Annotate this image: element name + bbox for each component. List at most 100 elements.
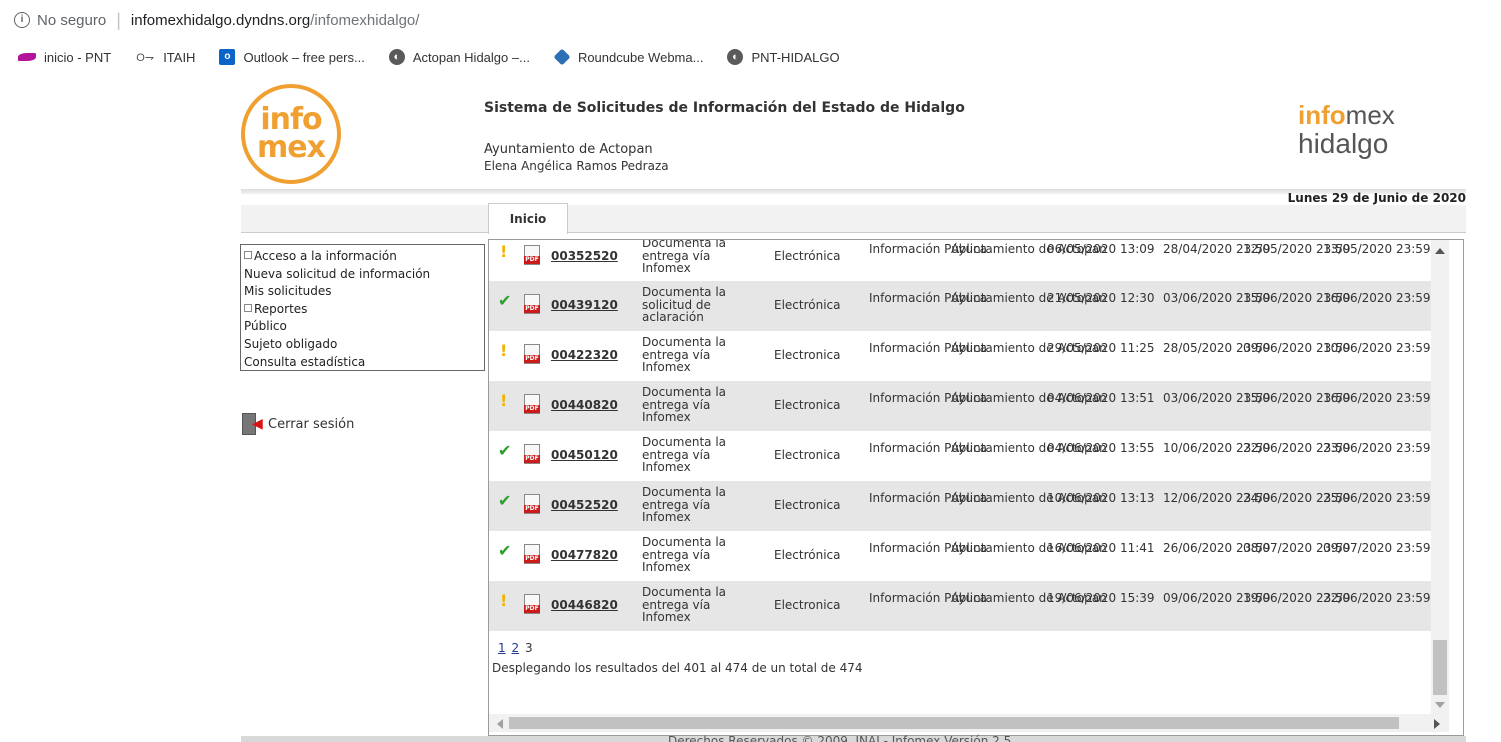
outlook-icon: o [219, 49, 236, 65]
table-row: ! 00352520 Documenta la entrega vía Infome… [489, 239, 1433, 282]
folio-link[interactable]: 00446820 [551, 599, 618, 612]
cell-medio: Electronica [774, 398, 841, 412]
globe-icon: ◐ [727, 49, 744, 65]
table-row: ✔ 00450120 Documenta la entrega vía Infome… [489, 431, 1433, 481]
url-host[interactable]: infomexhidalgo.dyndns.org [131, 12, 310, 29]
table-row: ! 00422320 Documenta la entrega vía Infome… [489, 331, 1433, 381]
brand-mex: mex [1345, 100, 1395, 130]
cell-respuesta: Documenta la entrega vía Infomex [642, 385, 727, 424]
cell-fecha: 04/06/2020 13:55 [1047, 441, 1155, 455]
logo-text-bottom: mex [257, 130, 326, 165]
pdf-icon[interactable] [524, 594, 540, 614]
menu-item-consulta-estadistica[interactable]: Consulta estadística [244, 354, 481, 372]
bookmark-label: PNT-HIDALGO [751, 49, 840, 65]
folio-link[interactable]: 00440820 [551, 399, 618, 412]
cell-respuesta: Documenta la entrega vía Infomex [642, 335, 727, 374]
results-summary: Desplegando los resultados del 401 al 47… [492, 661, 863, 675]
cell-respuesta: Documenta la solicitud de aclaración [642, 285, 727, 324]
scroll-thumb[interactable] [1433, 640, 1447, 695]
bookmark-label: ITAIH [163, 49, 196, 65]
warning-icon: ! [500, 341, 508, 360]
key-icon: O⇁ [136, 51, 155, 64]
logout-label: Cerrar sesión [268, 416, 355, 432]
page-link-1[interactable]: 1 [498, 641, 506, 655]
user-name: Elena Angélica Ramos Pedraza [484, 159, 669, 173]
vertical-scrollbar[interactable] [1431, 240, 1449, 717]
folio-link[interactable]: 00439120 [551, 299, 618, 312]
system-title: Sistema de Solicitudes de Información de… [484, 100, 965, 116]
cell-medio: Electronica [774, 448, 841, 462]
pdf-icon[interactable] [524, 245, 540, 265]
bookmark-pnt-hidalgo[interactable]: ◐ PNT-HIDALGO [727, 49, 840, 65]
url-path[interactable]: /infomexhidalgo/ [310, 12, 419, 29]
cell-respuesta: Documenta la entrega vía Infomex [642, 239, 727, 275]
cell-d3: 22/06/2020 23:59 [1323, 591, 1431, 605]
bookmark-label: Actopan Hidalgo –... [412, 49, 530, 65]
menu-item-acceso[interactable]: Acceso a la información [244, 248, 481, 266]
check-icon: ✔ [498, 541, 512, 560]
cell-fecha: 21/05/2020 12:30 [1047, 291, 1155, 305]
table-row: ! 00446820 Documenta la entrega vía Infome… [489, 581, 1433, 631]
logout-link[interactable]: ◀ Cerrar sesión [240, 412, 354, 436]
pdf-icon[interactable] [524, 544, 540, 564]
folio-link[interactable]: 00422320 [551, 349, 618, 362]
cell-medio: Electronica [774, 598, 841, 612]
current-date: Lunes 29 de Junio de 2020 [1287, 191, 1466, 205]
globe-icon: ◐ [388, 49, 405, 65]
cell-fecha: 04/06/2020 13:51 [1047, 391, 1155, 405]
cell-respuesta: Documenta la entrega vía Infomex [642, 535, 727, 574]
menu-item-mis-solicitudes[interactable]: Mis solicitudes [244, 283, 481, 301]
horizontal-scrollbar[interactable] [489, 714, 1449, 732]
pdf-icon[interactable] [524, 294, 540, 314]
warning-icon: ! [500, 242, 508, 261]
address-bar[interactable]: i No seguro | infomexhidalgo.dyndns.org /… [0, 0, 1501, 40]
folio-link[interactable]: 00450120 [551, 449, 618, 462]
cell-fecha: 19/06/2020 15:39 [1047, 591, 1155, 605]
divider: | [116, 9, 121, 30]
folio-link[interactable]: 00352520 [551, 250, 618, 263]
page-link-2[interactable]: 2 [511, 641, 519, 655]
not-secure-label: No seguro [37, 11, 107, 29]
cell-respuesta: Documenta la entrega vía Infomex [642, 485, 727, 524]
menu-item-nueva-solicitud[interactable]: Nueva solicitud de información [244, 266, 481, 284]
pdf-icon[interactable] [524, 444, 540, 464]
expand-icon[interactable] [244, 251, 252, 259]
results-panel: ! 00352520 Documenta la entrega vía Infome… [488, 239, 1464, 736]
cell-medio: Electronica [774, 498, 841, 512]
brand-state: hidalgo [1298, 128, 1389, 159]
expand-icon[interactable] [244, 303, 252, 312]
folio-link[interactable]: 00477820 [551, 549, 618, 562]
menu-item-reportes[interactable]: Reportes [244, 301, 481, 319]
bookmarks-bar: inicio - PNT O⇁ ITAIH o Outlook – free per… [0, 40, 1501, 74]
infomex-hidalgo-brand: infomex hidalgo [1298, 100, 1395, 159]
roundcube-icon [553, 48, 571, 66]
bookmark-outlook[interactable]: o Outlook – free pers... [219, 49, 365, 65]
menu-item-label: Reportes [254, 301, 308, 316]
hscroll-thumb[interactable] [509, 717, 1399, 729]
scroll-up-icon[interactable] [1435, 248, 1445, 254]
agency-name: Ayuntamiento de Actopan [484, 142, 653, 157]
scroll-down-icon[interactable] [1435, 702, 1445, 708]
bookmark-roundcube[interactable]: Roundcube Webma... [553, 48, 703, 66]
logout-icon: ◀ [240, 412, 264, 436]
folio-link[interactable]: 00452520 [551, 499, 618, 512]
menu-item-publico[interactable]: Público [244, 318, 481, 336]
menu-item-sujeto-obligado[interactable]: Sujeto obligado [244, 336, 481, 354]
scroll-right-icon[interactable] [1434, 719, 1440, 729]
bookmark-inicio-pnt[interactable]: inicio - PNT [18, 50, 111, 65]
bookmark-itaih[interactable]: O⇁ ITAIH [135, 50, 195, 65]
footer-text: Derechos Reservados © 2009. INAI - Infom… [668, 734, 1012, 742]
bookmark-actopan[interactable]: ◐ Actopan Hidalgo –... [388, 49, 530, 65]
check-icon: ✔ [498, 441, 512, 460]
scroll-left-icon[interactable] [497, 719, 503, 729]
warning-icon: ! [500, 391, 508, 410]
pdf-icon[interactable] [524, 344, 540, 364]
info-icon[interactable]: i [14, 12, 30, 28]
cell-medio: Electrónica [774, 249, 841, 263]
pdf-icon[interactable] [524, 494, 540, 514]
tab-inicio[interactable]: Inicio [488, 203, 568, 234]
cell-fecha: 16/06/2020 11:41 [1047, 541, 1155, 555]
table-row: ! 00440820 Documenta la entrega vía Infome… [489, 381, 1433, 431]
tab-strip [241, 205, 1466, 233]
pdf-icon[interactable] [524, 394, 540, 414]
